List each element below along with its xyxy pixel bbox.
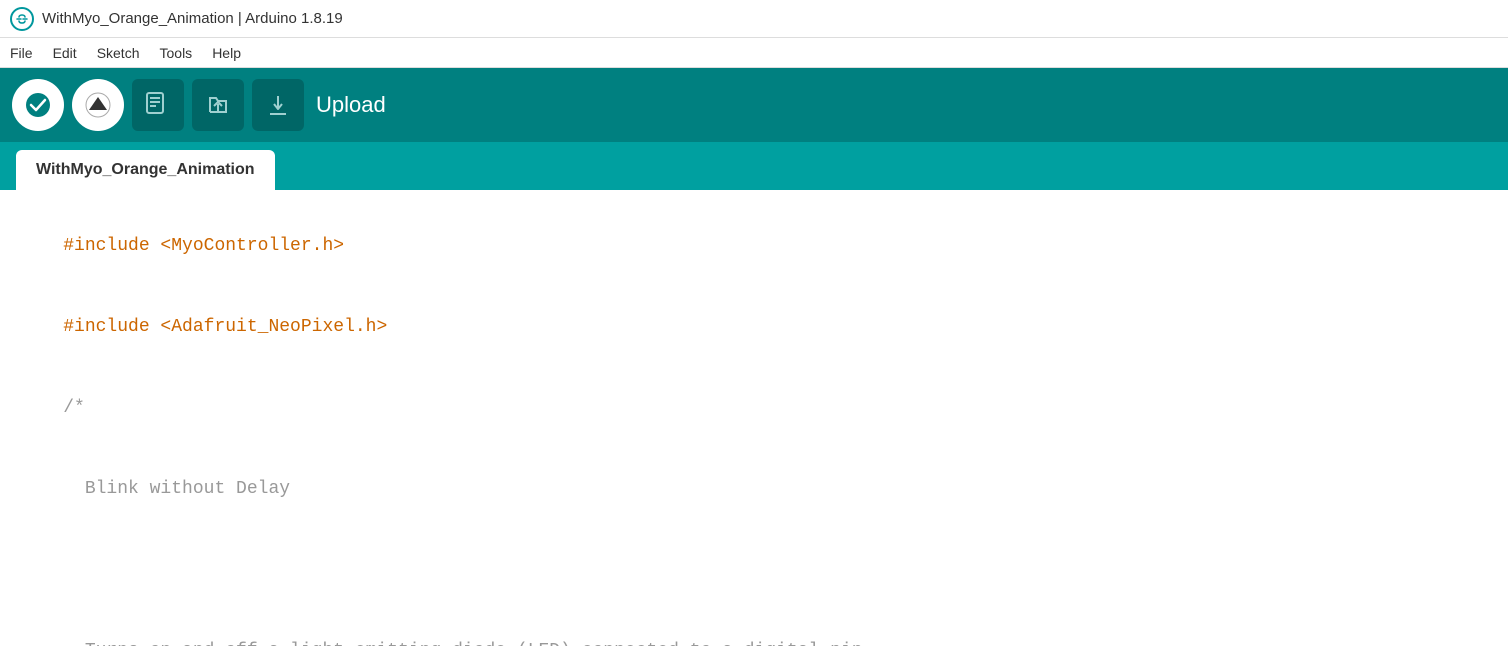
upload-arrow-icon <box>85 92 111 118</box>
code-line-2: #include <Adafruit_NeoPixel.h> <box>20 287 1488 368</box>
code-line-5 <box>20 530 1488 611</box>
new-button[interactable] <box>132 79 184 131</box>
menu-help[interactable]: Help <box>212 45 241 61</box>
code-line-6: Turns on and off a light emitting diode … <box>20 611 1488 646</box>
save-file-icon <box>263 90 293 120</box>
include-2: #include <Adafruit_NeoPixel.h> <box>63 317 387 337</box>
tabs-area: WithMyo_Orange_Animation <box>0 142 1508 190</box>
menu-sketch[interactable]: Sketch <box>97 45 140 61</box>
code-line-3: /* <box>20 368 1488 449</box>
menu-bar: File Edit Sketch Tools Help <box>0 38 1508 68</box>
window-title: WithMyo_Orange_Animation | Arduino 1.8.1… <box>42 10 343 27</box>
comment-turns: Turns on and off a light emitting diode … <box>63 641 873 646</box>
upload-label: Upload <box>316 92 386 118</box>
code-line-4: Blink without Delay <box>20 449 1488 530</box>
tab-label: WithMyo_Orange_Animation <box>36 161 255 179</box>
tab-active[interactable]: WithMyo_Orange_Animation <box>16 150 275 190</box>
menu-file[interactable]: File <box>10 45 33 61</box>
menu-edit[interactable]: Edit <box>53 45 77 61</box>
upload-button[interactable] <box>72 79 124 131</box>
toolbar: Upload <box>0 68 1508 142</box>
save-button[interactable] <box>252 79 304 131</box>
open-file-icon <box>203 90 233 120</box>
code-editor[interactable]: #include <MyoController.h> #include <Ada… <box>0 190 1508 646</box>
new-file-icon <box>143 90 173 120</box>
arduino-logo-icon <box>10 7 34 31</box>
open-button[interactable] <box>192 79 244 131</box>
code-line-1: #include <MyoController.h> <box>20 206 1488 287</box>
checkmark-icon <box>25 92 51 118</box>
title-bar: WithMyo_Orange_Animation | Arduino 1.8.1… <box>0 0 1508 38</box>
menu-tools[interactable]: Tools <box>160 45 193 61</box>
verify-button[interactable] <box>12 79 64 131</box>
comment-blink: Blink without Delay <box>63 479 290 499</box>
include-1: #include <MyoController.h> <box>63 236 344 256</box>
comment-open: /* <box>63 398 85 418</box>
